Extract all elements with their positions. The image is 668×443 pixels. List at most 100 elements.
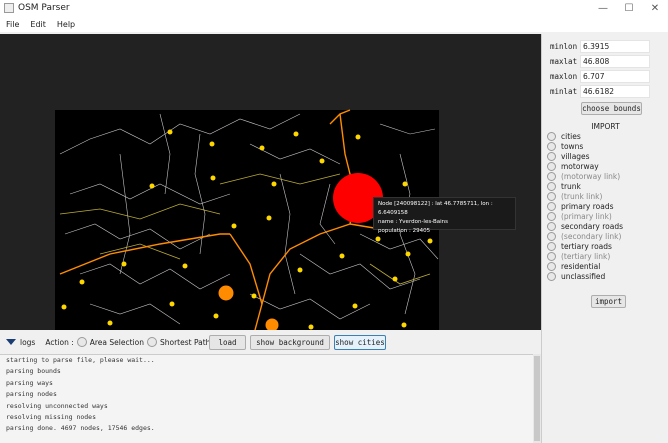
option-motorway-link[interactable]: (motorway link) bbox=[547, 171, 620, 181]
radio-button[interactable] bbox=[547, 211, 556, 221]
bound-row-minlat: minlat 46.6182 bbox=[550, 85, 650, 98]
option-secondary-link[interactable]: (secondary link) bbox=[547, 231, 621, 241]
radio-button[interactable] bbox=[547, 161, 556, 171]
option-motorway[interactable]: motorway bbox=[547, 161, 599, 171]
tooltip-node: Node [240098122] : lat 46.7785711, lon :… bbox=[378, 201, 493, 216]
option-towns[interactable]: towns bbox=[547, 141, 583, 151]
node-tooltip: Node [240098122] : lat 46.7785711, lon :… bbox=[373, 197, 516, 234]
option-label: unclassified bbox=[561, 271, 606, 281]
app-icon bbox=[4, 3, 14, 13]
radio-button[interactable] bbox=[547, 151, 556, 161]
option-primary-roads[interactable]: primary roads bbox=[547, 201, 614, 211]
option-label: primary roads bbox=[561, 201, 614, 211]
option-cities[interactable]: cities bbox=[547, 131, 581, 141]
bound-row-maxlon: maxlon 6.707 bbox=[550, 70, 650, 83]
option-label: (motorway link) bbox=[561, 171, 621, 181]
bound-row-minlon: minlon 6.3915 bbox=[550, 40, 650, 53]
option-trunk-link[interactable]: (trunk link) bbox=[547, 191, 602, 201]
option-primary-link[interactable]: (primary link) bbox=[547, 211, 612, 221]
bound-row-maxlat: maxlat 46.808 bbox=[550, 55, 650, 68]
area-selection-label[interactable]: Area Selection bbox=[90, 338, 144, 347]
option-label: (trunk link) bbox=[561, 191, 603, 201]
option-label: (tertiary link) bbox=[561, 251, 611, 261]
minimize-icon[interactable]: — bbox=[590, 0, 616, 16]
log-line: starting to parse file, please wait... bbox=[6, 356, 155, 364]
minlon-field[interactable]: 6.3915 bbox=[580, 40, 650, 53]
map-canvas[interactable]: Node [240098122] : lat 46.7785711, lon :… bbox=[0, 34, 541, 330]
radio-button[interactable] bbox=[547, 171, 556, 181]
import-button[interactable]: import bbox=[591, 295, 626, 308]
shortest-paths-radio[interactable] bbox=[146, 337, 157, 347]
radio-button[interactable] bbox=[547, 191, 556, 201]
radio-button[interactable] bbox=[547, 231, 556, 241]
choose-bounds-button[interactable]: choose bounds bbox=[581, 102, 642, 115]
bound-label: minlon bbox=[550, 42, 578, 51]
option-secondary-roads[interactable]: secondary roads bbox=[547, 221, 623, 231]
option-label: villages bbox=[561, 151, 590, 161]
show-background-button[interactable]: show background bbox=[250, 335, 330, 350]
title-bar: OSM Parser — ☐ ✕ bbox=[0, 0, 668, 16]
option-label: motorway bbox=[561, 161, 599, 171]
option-label: towns bbox=[561, 141, 584, 151]
app-window: OSM Parser — ☐ ✕ File Edit Help Node [24… bbox=[0, 0, 668, 443]
town-marker[interactable] bbox=[218, 285, 234, 301]
log-scrollbar[interactable] bbox=[533, 354, 541, 443]
radio-button[interactable] bbox=[547, 261, 556, 271]
area-selection-radio[interactable] bbox=[76, 337, 87, 347]
log-line: parsing bounds bbox=[6, 367, 61, 376]
tooltip-name: name : Yverdon-les-Bains bbox=[378, 219, 449, 225]
log-panel: starting to parse file, please wait... p… bbox=[0, 354, 541, 443]
option-label: cities bbox=[561, 131, 581, 141]
menu-bar: File Edit Help bbox=[0, 16, 668, 32]
option-label: secondary roads bbox=[561, 221, 624, 231]
scrollbar-thumb[interactable] bbox=[534, 356, 540, 441]
option-label: (primary link) bbox=[561, 211, 612, 221]
option-residential[interactable]: residential bbox=[547, 261, 600, 271]
right-panel: minlon 6.3915 maxlat 46.808 maxlon 6.707… bbox=[541, 34, 668, 443]
radio-button[interactable] bbox=[547, 181, 556, 191]
option-label: tertiary roads bbox=[561, 241, 612, 251]
option-tertiary-link[interactable]: (tertiary link) bbox=[547, 251, 610, 261]
log-line: resolving missing nodes bbox=[6, 412, 97, 421]
log-line: parsing ways bbox=[6, 378, 53, 387]
log-line: parsing done. 4697 nodes, 17546 edges. bbox=[6, 424, 155, 433]
bound-label: maxlat bbox=[550, 57, 578, 66]
window-title: OSM Parser bbox=[18, 3, 70, 13]
shortest-paths-label[interactable]: Shortest Paths bbox=[160, 338, 214, 347]
radio-button[interactable] bbox=[547, 141, 556, 151]
map-view[interactable] bbox=[0, 34, 541, 330]
minlat-field[interactable]: 46.6182 bbox=[580, 85, 650, 98]
bound-label: maxlon bbox=[550, 72, 578, 81]
radio-button[interactable] bbox=[547, 251, 556, 261]
option-tertiary-roads[interactable]: tertiary roads bbox=[547, 241, 612, 251]
option-villages[interactable]: villages bbox=[547, 151, 590, 161]
import-title: IMPORT bbox=[591, 122, 620, 131]
radio-button[interactable] bbox=[547, 201, 556, 211]
maxlat-field[interactable]: 46.808 bbox=[580, 55, 650, 68]
close-icon[interactable]: ✕ bbox=[642, 0, 668, 16]
option-unclassified[interactable]: unclassified bbox=[547, 271, 605, 281]
log-line: parsing nodes bbox=[6, 390, 57, 399]
radio-button[interactable] bbox=[547, 131, 556, 141]
bound-label: minlat bbox=[550, 87, 578, 96]
logs-label[interactable]: logs bbox=[20, 338, 35, 347]
load-button[interactable]: load bbox=[209, 335, 246, 350]
action-label: Action : bbox=[45, 337, 74, 347]
radio-button[interactable] bbox=[547, 271, 556, 281]
option-label: (secondary link) bbox=[561, 231, 622, 241]
radio-button[interactable] bbox=[547, 241, 556, 251]
tooltip-population: population : 29405 bbox=[378, 228, 431, 234]
collapse-triangle-icon[interactable] bbox=[6, 339, 16, 345]
option-trunk[interactable]: trunk bbox=[547, 181, 581, 191]
option-label: trunk bbox=[561, 181, 581, 191]
show-cities-button[interactable]: show cities bbox=[334, 335, 386, 350]
menu-file[interactable]: File bbox=[0, 20, 24, 29]
menu-help[interactable]: Help bbox=[51, 20, 80, 29]
log-line: resolving unconnected ways bbox=[6, 401, 108, 410]
radio-button[interactable] bbox=[547, 221, 556, 231]
menu-edit[interactable]: Edit bbox=[24, 20, 51, 29]
option-label: residential bbox=[561, 261, 601, 271]
maximize-icon[interactable]: ☐ bbox=[616, 0, 642, 16]
window-controls: — ☐ ✕ bbox=[590, 0, 668, 16]
maxlon-field[interactable]: 6.707 bbox=[580, 70, 650, 83]
